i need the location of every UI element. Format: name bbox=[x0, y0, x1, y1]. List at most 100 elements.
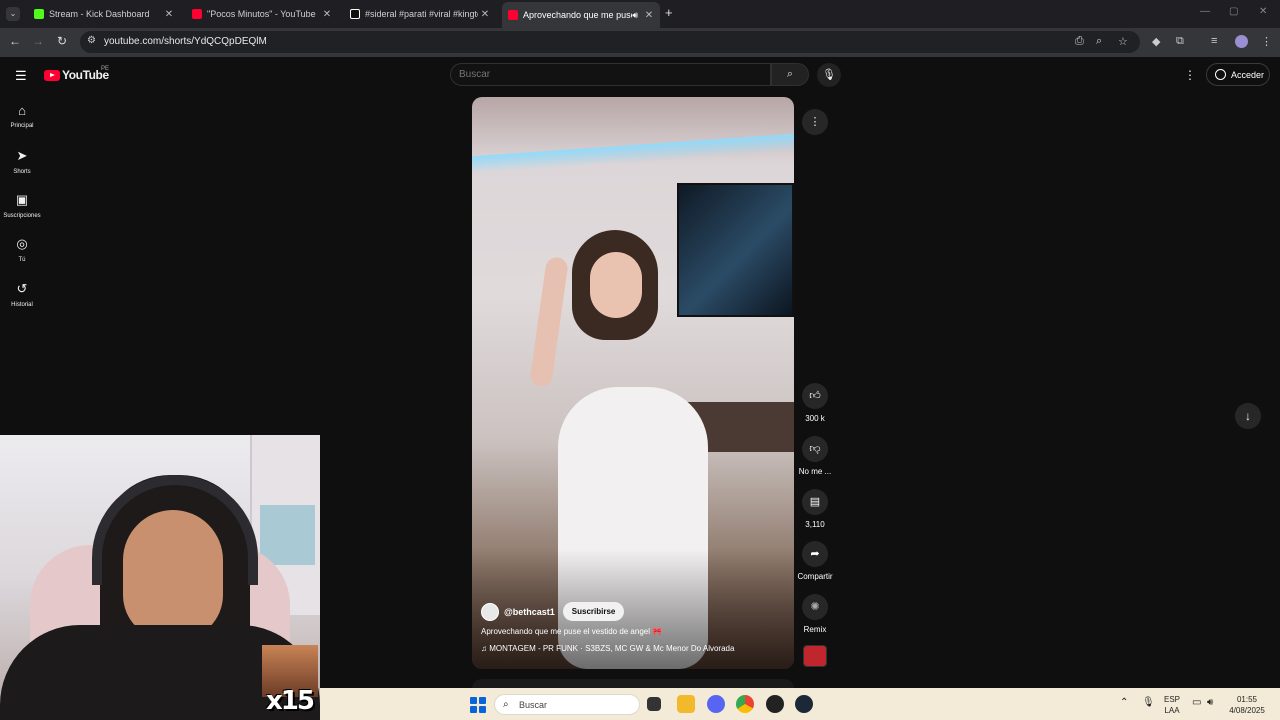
microphone-icon: 🎙︎ bbox=[822, 69, 836, 81]
extensions-icon[interactable]: ⧉ bbox=[1176, 35, 1184, 48]
subscribe-button[interactable]: Suscribirse bbox=[562, 602, 625, 621]
meme-text: x15 bbox=[266, 686, 315, 716]
tray-mic-icon[interactable]: 🎙︎ bbox=[1142, 697, 1155, 708]
tab-pocos-minutos[interactable]: "Pocos Minutos" - YouTube ✕ bbox=[186, 4, 338, 24]
comment-count: 3,110 bbox=[805, 520, 825, 529]
account-icon bbox=[1215, 69, 1226, 80]
country-code: PE bbox=[101, 66, 110, 72]
channel-info: @bethcast1 Suscribirse bbox=[481, 602, 625, 621]
subscriptions-icon: ▣ bbox=[15, 192, 29, 207]
tab-tiktok[interactable]: #sideral #parati #viral #kingteka ✕ bbox=[344, 4, 496, 24]
chrome-icon[interactable] bbox=[736, 695, 754, 713]
obs-icon[interactable] bbox=[766, 695, 784, 713]
thumbs-up-icon[interactable]: 👍︎ bbox=[802, 383, 828, 409]
steam-icon[interactable] bbox=[795, 695, 813, 713]
browser-toolbar: ← → ↻ ⚙ youtube.com/shorts/YdQCQpDEQlM ⎙… bbox=[0, 28, 1280, 57]
close-icon[interactable]: ✕ bbox=[642, 10, 656, 21]
search-input[interactable] bbox=[459, 69, 759, 80]
bookmark-star-icon[interactable]: ☆ bbox=[1118, 35, 1128, 48]
browser-tab-strip: ⌄ Stream - Kick Dashboard ✕ "Pocos Minut… bbox=[0, 0, 1280, 28]
profile-avatar[interactable] bbox=[1235, 35, 1248, 48]
address-bar[interactable]: ⚙ youtube.com/shorts/YdQCQpDEQlM ⎙ ⌕ ☆ bbox=[80, 31, 1140, 53]
like-count: 300 k bbox=[805, 414, 825, 423]
language-bottom: LAA bbox=[1164, 706, 1180, 715]
close-icon[interactable]: ✕ bbox=[162, 9, 176, 20]
nav-label: Tú bbox=[18, 257, 26, 263]
tab-current-short[interactable]: Aprovechando que me puse 🔊︎ ✕ bbox=[502, 2, 660, 28]
windows-taskbar: ⌕ Buscar ⌃ 🎙︎ ESP LAA ▭ 🔊︎ 01:55 4/08/20… bbox=[320, 688, 1280, 720]
back-icon[interactable]: ← bbox=[7, 34, 23, 48]
nav-item-historial[interactable]: ↺ Historial bbox=[0, 281, 44, 308]
language-indicator[interactable]: ESP LAA bbox=[1162, 695, 1182, 715]
nav-item-suscripciones[interactable]: ▣ Suscripciones bbox=[0, 192, 44, 219]
youtube-logo[interactable]: YouTube PE bbox=[44, 66, 110, 82]
close-icon[interactable]: ✕ bbox=[478, 9, 492, 20]
comment-icon[interactable]: ▤ bbox=[802, 489, 828, 515]
volume-icon[interactable]: 🔊︎ bbox=[1207, 697, 1213, 708]
tab-search-button[interactable]: ⌄ bbox=[6, 7, 20, 21]
dislike-action[interactable]: 👎︎ No me ... bbox=[796, 436, 834, 476]
clock[interactable]: 01:55 4/08/2025 bbox=[1225, 695, 1269, 715]
new-tab-button[interactable]: + bbox=[665, 5, 673, 20]
tab-kick-dashboard[interactable]: Stream - Kick Dashboard ✕ bbox=[28, 4, 180, 24]
nav-item-tu[interactable]: ◎ Tú bbox=[0, 236, 44, 263]
search-box[interactable] bbox=[450, 63, 771, 86]
signin-label: Acceder bbox=[1231, 69, 1265, 80]
voice-search-button[interactable]: 🎙︎ bbox=[817, 63, 841, 87]
shorts-icon: ➤ bbox=[16, 148, 28, 163]
zoom-icon[interactable]: ⌕ bbox=[1096, 35, 1102, 48]
kick-icon bbox=[34, 9, 44, 19]
remix-action[interactable]: ✺ Remix bbox=[796, 594, 834, 634]
minimize-icon[interactable]: — bbox=[1200, 6, 1210, 17]
search-icon: ⌕ bbox=[786, 68, 794, 80]
short-caption[interactable]: Aprovechando que me puse el vestido de a… bbox=[481, 627, 662, 636]
next-short-icon[interactable]: ↓ bbox=[1235, 403, 1261, 429]
forward-icon[interactable]: → bbox=[30, 34, 46, 48]
like-action[interactable]: 👍︎ 300 k bbox=[796, 383, 834, 423]
reload-icon[interactable]: ↻ bbox=[54, 34, 70, 48]
channel-name[interactable]: @bethcast1 bbox=[504, 607, 555, 617]
nav-item-principal[interactable]: ⌂ Principal bbox=[0, 103, 44, 129]
discord-icon[interactable] bbox=[707, 695, 725, 713]
language-top: ESP bbox=[1163, 695, 1180, 704]
share-icon[interactable]: ➦ bbox=[802, 541, 828, 567]
task-view-icon[interactable] bbox=[647, 697, 661, 711]
share-action[interactable]: ➦ Compartir bbox=[796, 541, 834, 581]
short-video-player[interactable]: @bethcast1 Suscribirse Aprovechando que … bbox=[472, 97, 794, 669]
install-icon[interactable]: ⎙ bbox=[1075, 35, 1084, 48]
settings-menu-icon[interactable]: ⋮ bbox=[1184, 68, 1196, 82]
person-arm bbox=[529, 256, 569, 388]
home-icon: ⌂ bbox=[18, 103, 26, 118]
clock-date: 4/08/2025 bbox=[1229, 706, 1265, 715]
tab-title: #sideral #parati #viral #kingteka bbox=[365, 9, 478, 19]
youtube-play-icon bbox=[44, 69, 60, 81]
windows-start-icon[interactable] bbox=[470, 697, 486, 713]
close-icon[interactable]: ✕ bbox=[320, 9, 334, 20]
network-icon[interactable]: ▭ bbox=[1192, 697, 1201, 708]
search-button[interactable]: ⌕ bbox=[771, 63, 809, 86]
nav-item-shorts[interactable]: ➤ Shorts bbox=[0, 148, 44, 175]
site-info-icon[interactable]: ⚙ bbox=[87, 35, 96, 46]
media-control-icon[interactable]: ≡ bbox=[1211, 35, 1217, 47]
sound-thumbnail[interactable] bbox=[803, 645, 827, 667]
signin-button[interactable]: Acceder bbox=[1206, 63, 1270, 86]
channel-avatar[interactable] bbox=[481, 602, 499, 621]
speaker-icon[interactable]: 🔊︎ bbox=[632, 10, 638, 21]
short-music[interactable]: ♫ MONTAGEM - PR FUNK · S3BZS, MC GW & Mc… bbox=[481, 644, 734, 653]
thumbs-down-icon[interactable]: 👎︎ bbox=[802, 436, 828, 462]
url-text: youtube.com/shorts/YdQCQpDEQlM bbox=[104, 36, 267, 47]
remix-icon[interactable]: ✺ bbox=[802, 594, 828, 620]
nav-label: Shorts bbox=[13, 169, 31, 175]
tray-chevron-icon[interactable]: ⌃ bbox=[1120, 697, 1128, 708]
close-window-icon[interactable]: ✕ bbox=[1259, 6, 1267, 17]
youtube-icon bbox=[192, 9, 202, 19]
taskbar-search[interactable]: ⌕ Buscar bbox=[494, 694, 640, 715]
you-icon: ◎ bbox=[16, 236, 28, 251]
comments-action[interactable]: ▤ 3,110 bbox=[796, 489, 834, 529]
maximize-icon[interactable]: ▢ bbox=[1229, 6, 1238, 17]
video-more-icon[interactable]: ⋮ bbox=[802, 109, 828, 135]
file-explorer-icon[interactable] bbox=[677, 695, 695, 713]
extension-diamond-icon[interactable]: ◆ bbox=[1152, 35, 1160, 48]
menu-icon[interactable]: ⋮ bbox=[1261, 35, 1272, 48]
hamburger-menu-icon[interactable]: ☰ bbox=[15, 68, 27, 84]
